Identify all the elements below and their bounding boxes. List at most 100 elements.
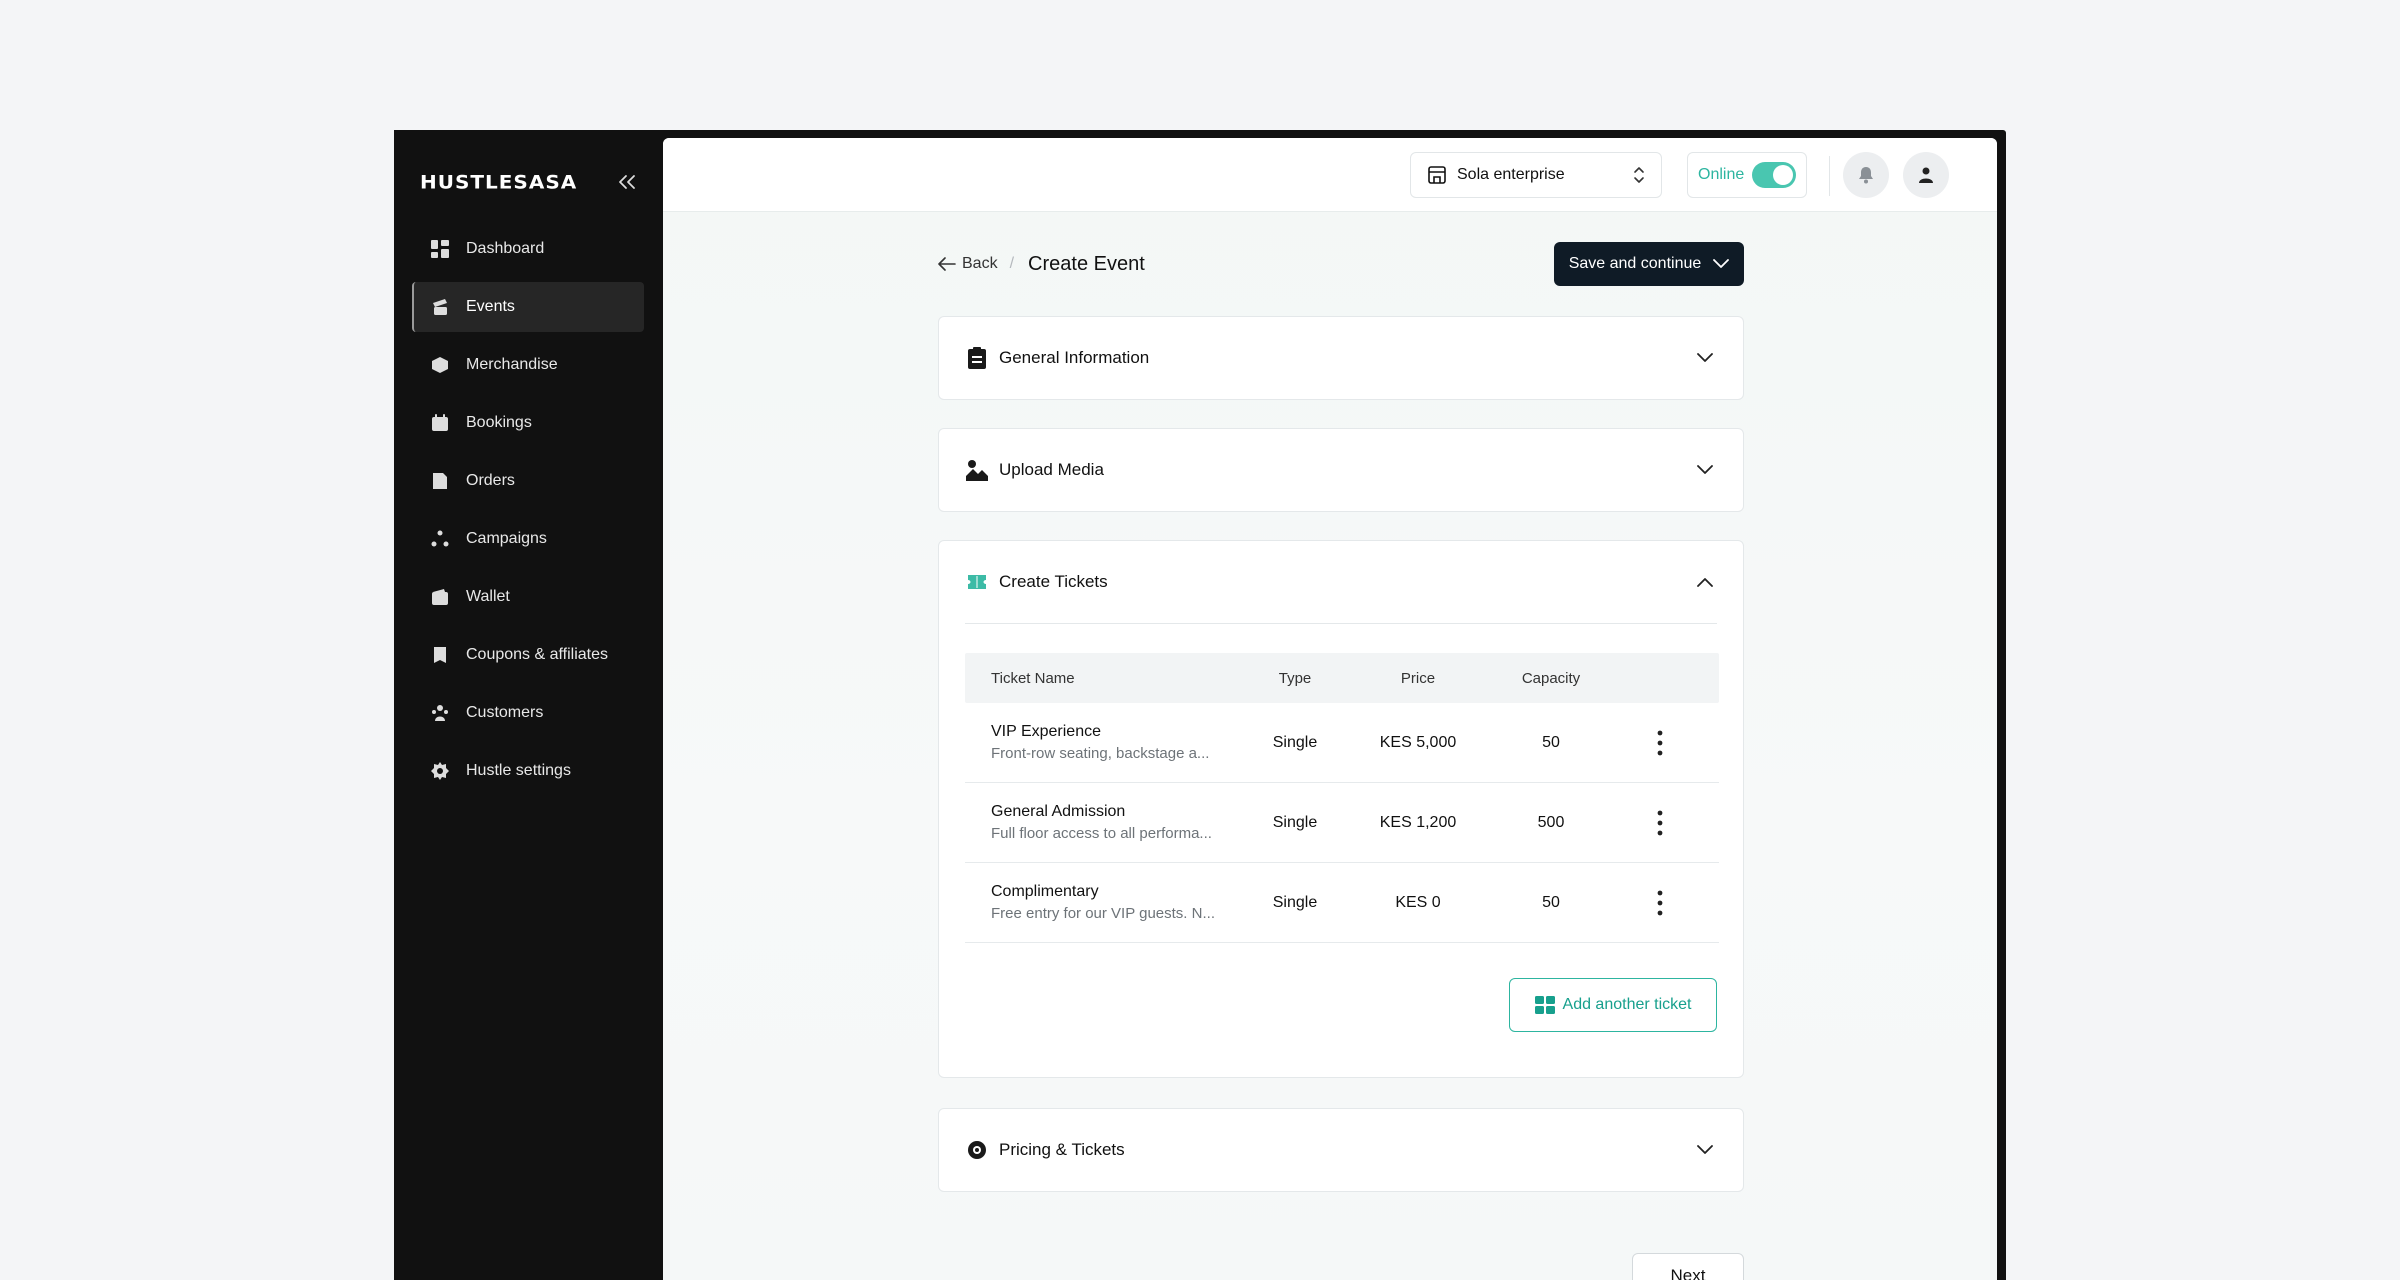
column-header: Type xyxy=(1278,669,1312,687)
row-actions xyxy=(1601,803,1719,843)
more-options-button[interactable] xyxy=(1645,723,1675,763)
online-label: Online xyxy=(1698,166,1745,183)
sidebar-item-merchandise[interactable]: Merchandise xyxy=(412,340,644,390)
orders-icon xyxy=(430,471,450,491)
notifications-button[interactable] xyxy=(1843,152,1889,198)
section-pricing-tickets: Pricing & Tickets xyxy=(938,1108,1744,1192)
page-header: Back / Create Event Save and continue xyxy=(938,242,1744,286)
topbar-divider xyxy=(1829,156,1830,196)
more-options-button[interactable] xyxy=(1645,803,1675,843)
ticket-capacity: 50 xyxy=(1542,893,1560,911)
ticket-capacity: 500 xyxy=(1537,813,1565,831)
sidebar-item-events[interactable]: Events xyxy=(412,282,644,332)
sidebar-item-hustle-settings[interactable]: Hustle settings xyxy=(412,746,644,796)
ticket-name: VIP Experience xyxy=(991,722,1101,740)
section-upload-media: Upload Media xyxy=(938,428,1744,512)
section-header[interactable]: Pricing & Tickets xyxy=(939,1109,1743,1191)
back-label: Back xyxy=(962,255,998,272)
sidebar-item-label: Campaigns xyxy=(466,530,547,547)
chevron-up-icon xyxy=(1693,570,1717,594)
online-toggle[interactable] xyxy=(1752,162,1796,188)
sidebar-item-bookings[interactable]: Bookings xyxy=(412,398,644,448)
sidebar-item-coupons[interactable]: Coupons & affiliates xyxy=(412,630,644,680)
sidebar-item-wallet[interactable]: Wallet xyxy=(412,572,644,622)
main-panel: Sola enterprise Online Back / Create Eve… xyxy=(663,138,1997,1280)
settings-icon xyxy=(430,761,450,781)
chevron-down-icon xyxy=(1693,458,1717,482)
row-actions xyxy=(1601,723,1719,763)
section-title: Pricing & Tickets xyxy=(999,1140,1125,1159)
sidebar-item-label: Wallet xyxy=(466,588,510,605)
calendar-icon xyxy=(430,413,450,433)
chevron-down-icon xyxy=(1713,259,1730,268)
select-arrows-icon xyxy=(1634,167,1644,183)
image-upload-icon xyxy=(965,458,989,482)
sidebar-item-campaigns[interactable]: Campaigns xyxy=(412,514,644,564)
store-icon xyxy=(1428,166,1446,184)
sidebar-item-label: Bookings xyxy=(466,414,532,431)
section-title: Upload Media xyxy=(999,460,1104,479)
table-row: VIP Experience Front-row seating, backst… xyxy=(965,703,1719,783)
store-selector[interactable]: Sola enterprise xyxy=(1410,152,1662,198)
ticket-name-cell: General Admission Full floor access to a… xyxy=(965,801,1255,845)
app-frame: HUSTLESASA Dashboard Events Merchandise … xyxy=(394,130,2006,1280)
more-options-button[interactable] xyxy=(1645,883,1675,923)
wallet-icon xyxy=(430,587,450,607)
sidebar-item-label: Customers xyxy=(466,704,544,721)
logo-row: HUSTLESASA xyxy=(420,162,642,202)
create-event-content: Back / Create Event Save and continue Ge… xyxy=(938,242,1744,1192)
ticket-price: KES 1,200 xyxy=(1379,813,1457,831)
ticket-icon xyxy=(965,570,989,594)
sidebar-item-dashboard[interactable]: Dashboard xyxy=(412,224,644,274)
chevron-down-icon xyxy=(1693,1138,1717,1162)
ticket-description: Front-row seating, backstage a... xyxy=(991,744,1210,762)
sidebar-item-label: Merchandise xyxy=(466,356,558,373)
sidebar-item-label: Events xyxy=(466,298,515,315)
section-header[interactable]: Create Tickets xyxy=(939,541,1743,623)
row-actions xyxy=(1601,883,1719,923)
save-and-continue-button[interactable]: Save and continue xyxy=(1554,242,1744,286)
section-general-information: General Information xyxy=(938,316,1744,400)
ticket-icon xyxy=(1534,996,1555,1014)
ticket-description: Free entry for our VIP guests. N... xyxy=(991,904,1215,922)
ticket-name: Complimentary xyxy=(991,882,1099,900)
next-button[interactable]: Next xyxy=(1632,1253,1744,1280)
sidebar-item-label: Dashboard xyxy=(466,240,545,257)
breadcrumb-separator: / xyxy=(1009,255,1015,272)
column-header: Price xyxy=(1400,669,1436,687)
section-header[interactable]: Upload Media xyxy=(939,429,1743,511)
kebab-menu-icon xyxy=(1657,810,1663,835)
add-another-ticket-button[interactable]: Add another ticket xyxy=(1509,978,1717,1032)
double-chevron-left-icon xyxy=(619,175,635,189)
store-name: Sola enterprise xyxy=(1457,166,1565,183)
arrow-left-icon xyxy=(938,257,956,271)
box-icon xyxy=(430,355,450,375)
sidebar-nav: Dashboard Events Merchandise Bookings Or… xyxy=(412,224,644,804)
kebab-menu-icon xyxy=(1657,890,1663,915)
collapse-sidebar-button[interactable] xyxy=(612,167,642,197)
toggle-knob xyxy=(1773,165,1793,185)
user-icon xyxy=(1919,167,1933,183)
section-divider xyxy=(965,623,1717,624)
dashboard-icon xyxy=(430,239,450,259)
sidebar-item-label: Hustle settings xyxy=(466,762,571,779)
sidebar-item-customers[interactable]: Customers xyxy=(412,688,644,738)
table-row: General Admission Full floor access to a… xyxy=(965,783,1719,863)
page-title: Create Event xyxy=(1028,252,1145,275)
ticket-description: Full floor access to all performa... xyxy=(991,824,1212,842)
ticket-type: Single xyxy=(1272,893,1318,911)
sidebar-item-orders[interactable]: Orders xyxy=(412,456,644,506)
kebab-menu-icon xyxy=(1657,730,1663,755)
table-row: Complimentary Free entry for our VIP gue… xyxy=(965,863,1719,943)
eye-icon xyxy=(965,1138,989,1162)
tickets-table: Ticket Name Type Price Capacity VIP Expe… xyxy=(965,653,1719,943)
section-title: Create Tickets xyxy=(999,572,1108,591)
ticket-price: KES 5,000 xyxy=(1379,733,1457,751)
ticket-name-cell: VIP Experience Front-row seating, backst… xyxy=(965,721,1255,765)
section-header[interactable]: General Information xyxy=(939,317,1743,399)
bell-icon xyxy=(1859,167,1873,184)
campaigns-icon xyxy=(430,529,450,549)
profile-button[interactable] xyxy=(1903,152,1949,198)
back-link[interactable]: Back xyxy=(938,255,998,273)
column-header: Ticket Name xyxy=(991,669,1075,687)
